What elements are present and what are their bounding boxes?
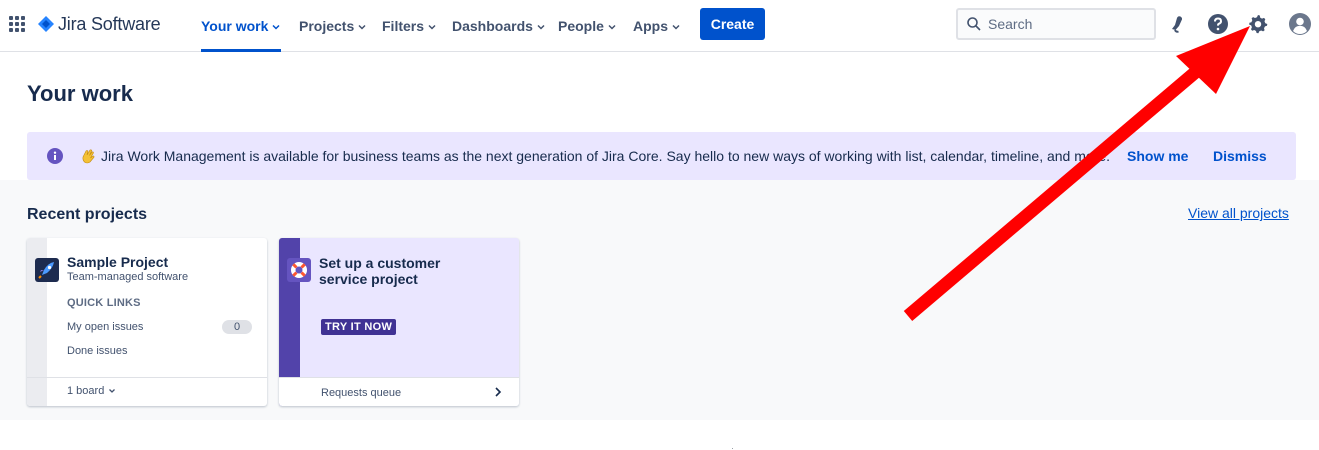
done-issues-link[interactable]: Done issues (67, 345, 128, 357)
nav-filters-label: Filters (382, 18, 425, 34)
profile-avatar-icon[interactable] (1288, 12, 1312, 36)
nav-projects[interactable]: Projects (299, 0, 367, 52)
chevron-down-icon (672, 24, 680, 30)
announcement-banner: Jira Work Management is available for bu… (27, 132, 1296, 180)
my-open-issues-link[interactable]: My open issues (67, 321, 143, 333)
project-name[interactable]: Sample Project (67, 254, 168, 270)
notifications-icon[interactable] (1166, 12, 1190, 36)
app-switcher-icon[interactable] (9, 16, 25, 32)
nav-dashboards[interactable]: Dashboards (452, 0, 546, 52)
nav-people[interactable]: People (558, 0, 617, 52)
nav-apps-label: Apps (633, 18, 668, 34)
settings-icon[interactable] (1246, 12, 1270, 36)
promo-title-line2: service project (319, 271, 418, 287)
chevron-down-icon (109, 389, 116, 393)
nav-filters[interactable]: Filters (382, 0, 437, 52)
banner-message: Jira Work Management is available for bu… (101, 148, 1111, 164)
nav-apps[interactable]: Apps (633, 0, 681, 52)
nav-dashboards-label: Dashboards (452, 18, 533, 34)
jira-logo-icon (38, 16, 54, 32)
board-selector-label: 1 board (67, 385, 105, 397)
chevron-down-icon (428, 24, 436, 30)
project-avatar (35, 258, 59, 282)
requests-queue-link[interactable]: Requests queue (321, 387, 401, 399)
chevron-down-icon (608, 24, 616, 30)
customer-service-promo-card[interactable]: Set up a customer service project TRY IT… (279, 238, 519, 406)
project-card-sample-project[interactable]: Sample Project Team-managed software QUI… (27, 238, 267, 406)
promo-title-line1: Set up a customer (319, 255, 441, 271)
lifebuoy-icon (287, 258, 311, 282)
show-me-link[interactable]: Show me (1127, 148, 1188, 164)
dismiss-link[interactable]: Dismiss (1213, 148, 1267, 164)
info-icon (47, 148, 63, 164)
rocket-icon (38, 262, 54, 279)
nav-projects-label: Projects (299, 18, 355, 34)
nav-your-work[interactable]: Your work (201, 0, 282, 52)
help-icon[interactable] (1206, 12, 1230, 36)
open-issues-count-badge: 0 (222, 320, 252, 334)
recent-projects-heading: Recent projects (27, 206, 148, 223)
stray-mark (732, 448, 733, 449)
chevron-down-icon (272, 24, 280, 30)
page-title: Your work (27, 81, 133, 106)
waving-hand-icon (82, 149, 95, 164)
chevron-right-icon[interactable] (493, 386, 503, 398)
try-it-now-button[interactable]: TRY IT NOW (321, 319, 397, 335)
logo-text: Jira Software (58, 13, 161, 34)
view-all-projects-link[interactable]: View all projects (1188, 205, 1289, 221)
quick-links-label: QUICK LINKS (67, 297, 141, 309)
search-input[interactable] (988, 16, 1138, 32)
nav-people-label: People (558, 18, 604, 34)
card-footer (27, 377, 267, 406)
search-icon (967, 17, 981, 31)
project-type: Team-managed software (67, 271, 189, 283)
create-button[interactable]: Create (700, 8, 765, 40)
search-box[interactable] (956, 8, 1156, 40)
jira-logo[interactable]: Jira Software (38, 13, 161, 35)
lifebuoy-glyph (291, 262, 307, 278)
board-selector[interactable]: 1 board (67, 385, 116, 397)
top-navigation: Jira Software Your work Projects Filters… (0, 0, 1319, 52)
chevron-down-icon (537, 24, 545, 30)
chevron-down-icon (358, 24, 366, 30)
nav-your-work-label: Your work (201, 18, 269, 34)
